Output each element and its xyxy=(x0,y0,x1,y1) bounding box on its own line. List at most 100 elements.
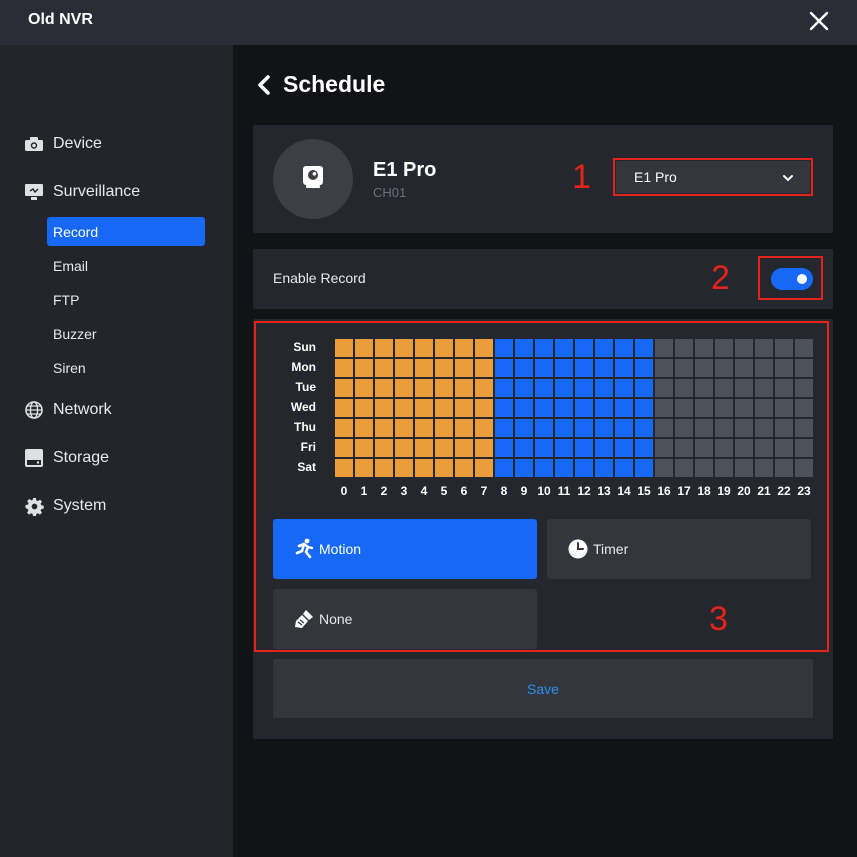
schedule-cell[interactable] xyxy=(595,339,613,357)
schedule-cell[interactable] xyxy=(515,419,533,437)
schedule-cell[interactable] xyxy=(395,399,413,417)
schedule-cell[interactable] xyxy=(595,459,613,477)
schedule-cell[interactable] xyxy=(475,439,493,457)
schedule-cell[interactable] xyxy=(435,399,453,417)
schedule-cell[interactable] xyxy=(475,379,493,397)
schedule-cell[interactable] xyxy=(495,399,513,417)
schedule-cell[interactable] xyxy=(355,439,373,457)
sidebar-item-network[interactable]: Network xyxy=(24,396,112,424)
schedule-cell[interactable] xyxy=(455,459,473,477)
schedule-cell[interactable] xyxy=(495,439,513,457)
schedule-cell[interactable] xyxy=(675,379,693,397)
schedule-cell[interactable] xyxy=(675,419,693,437)
schedule-cell[interactable] xyxy=(375,459,393,477)
schedule-cell[interactable] xyxy=(575,379,593,397)
schedule-cell[interactable] xyxy=(375,439,393,457)
schedule-cell[interactable] xyxy=(435,339,453,357)
schedule-cell[interactable] xyxy=(755,399,773,417)
schedule-cell[interactable] xyxy=(735,399,753,417)
schedule-cell[interactable] xyxy=(795,399,813,417)
schedule-cell[interactable] xyxy=(755,459,773,477)
schedule-cell[interactable] xyxy=(635,359,653,377)
sidebar-item-system[interactable]: System xyxy=(24,492,106,520)
schedule-cell[interactable] xyxy=(595,419,613,437)
schedule-cell[interactable] xyxy=(535,439,553,457)
schedule-cell[interactable] xyxy=(555,439,573,457)
schedule-cell[interactable] xyxy=(775,359,793,377)
schedule-cell[interactable] xyxy=(695,359,713,377)
sidebar-subitem-email[interactable]: Email xyxy=(47,251,205,280)
schedule-cell[interactable] xyxy=(675,339,693,357)
schedule-cell[interactable] xyxy=(355,419,373,437)
schedule-cell[interactable] xyxy=(715,459,733,477)
schedule-cell[interactable] xyxy=(395,359,413,377)
back-chevron-icon[interactable] xyxy=(256,75,272,95)
schedule-cell[interactable] xyxy=(515,439,533,457)
save-button[interactable]: Save xyxy=(273,659,813,718)
schedule-cell[interactable] xyxy=(695,339,713,357)
motion-mode-button[interactable]: Motion xyxy=(273,519,537,579)
schedule-cell[interactable] xyxy=(575,339,593,357)
schedule-cell[interactable] xyxy=(355,379,373,397)
schedule-cell[interactable] xyxy=(395,459,413,477)
schedule-cell[interactable] xyxy=(715,379,733,397)
schedule-cell[interactable] xyxy=(655,419,673,437)
schedule-cell[interactable] xyxy=(455,379,473,397)
schedule-cell[interactable] xyxy=(575,399,593,417)
schedule-cell[interactable] xyxy=(795,359,813,377)
schedule-cell[interactable] xyxy=(535,399,553,417)
sidebar-item-surveillance[interactable]: Surveillance xyxy=(24,178,140,206)
schedule-cell[interactable] xyxy=(755,419,773,437)
schedule-cell[interactable] xyxy=(355,339,373,357)
schedule-cell[interactable] xyxy=(555,379,573,397)
schedule-cell[interactable] xyxy=(415,339,433,357)
sidebar-subitem-siren[interactable]: Siren xyxy=(47,353,205,382)
schedule-cell[interactable] xyxy=(615,399,633,417)
schedule-cell[interactable] xyxy=(635,379,653,397)
schedule-cell[interactable] xyxy=(775,379,793,397)
schedule-cell[interactable] xyxy=(395,439,413,457)
schedule-cell[interactable] xyxy=(535,359,553,377)
schedule-cell[interactable] xyxy=(575,459,593,477)
schedule-cell[interactable] xyxy=(415,379,433,397)
schedule-cell[interactable] xyxy=(375,399,393,417)
schedule-cell[interactable] xyxy=(475,459,493,477)
schedule-cell[interactable] xyxy=(475,359,493,377)
close-icon[interactable] xyxy=(806,8,832,34)
schedule-cell[interactable] xyxy=(635,339,653,357)
schedule-cell[interactable] xyxy=(655,379,673,397)
schedule-cell[interactable] xyxy=(455,359,473,377)
schedule-cell[interactable] xyxy=(375,359,393,377)
schedule-cell[interactable] xyxy=(595,439,613,457)
schedule-cell[interactable] xyxy=(555,459,573,477)
sidebar-subitem-record[interactable]: Record xyxy=(47,217,205,246)
schedule-cell[interactable] xyxy=(615,339,633,357)
schedule-cell[interactable] xyxy=(335,419,353,437)
schedule-cell[interactable] xyxy=(655,339,673,357)
schedule-cell[interactable] xyxy=(355,399,373,417)
schedule-cell[interactable] xyxy=(475,399,493,417)
schedule-cell[interactable] xyxy=(795,379,813,397)
schedule-cell[interactable] xyxy=(755,339,773,357)
schedule-cell[interactable] xyxy=(635,399,653,417)
schedule-cell[interactable] xyxy=(635,419,653,437)
schedule-cell[interactable] xyxy=(515,359,533,377)
schedule-cell[interactable] xyxy=(795,419,813,437)
schedule-cell[interactable] xyxy=(435,359,453,377)
schedule-cell[interactable] xyxy=(775,339,793,357)
schedule-cell[interactable] xyxy=(415,459,433,477)
schedule-cell[interactable] xyxy=(735,439,753,457)
schedule-cell[interactable] xyxy=(795,459,813,477)
camera-select[interactable]: E1 Pro xyxy=(616,161,810,193)
schedule-cell[interactable] xyxy=(335,459,353,477)
schedule-cell[interactable] xyxy=(755,359,773,377)
schedule-cell[interactable] xyxy=(695,399,713,417)
schedule-cell[interactable] xyxy=(795,439,813,457)
sidebar-subitem-buzzer[interactable]: Buzzer xyxy=(47,319,205,348)
schedule-cell[interactable] xyxy=(695,439,713,457)
schedule-cell[interactable] xyxy=(655,359,673,377)
schedule-cell[interactable] xyxy=(535,459,553,477)
schedule-cell[interactable] xyxy=(495,379,513,397)
schedule-cell[interactable] xyxy=(595,359,613,377)
schedule-cell[interactable] xyxy=(535,419,553,437)
